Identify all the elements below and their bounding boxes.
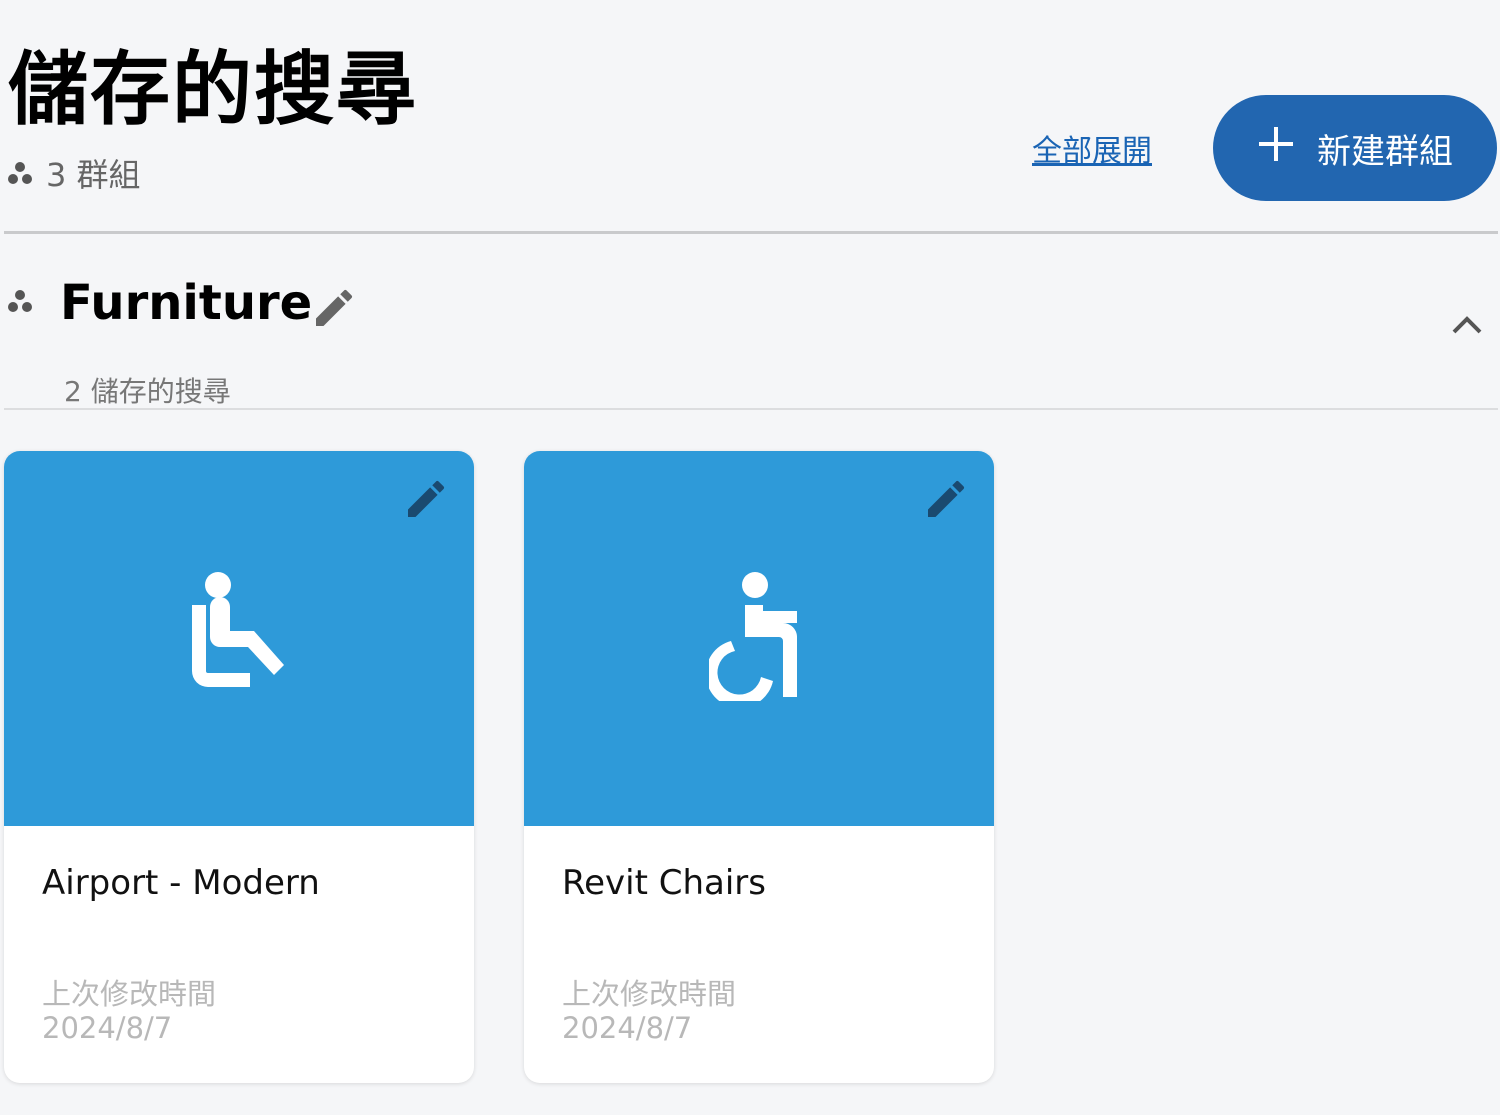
pencil-icon[interactable]	[922, 475, 970, 527]
expand-all-link[interactable]: 全部展開	[1032, 126, 1152, 170]
card-meta-label: 上次修改時間	[42, 977, 217, 1011]
new-group-button[interactable]: 新建群組	[1213, 95, 1497, 201]
page-title: 儲存的搜尋	[8, 43, 418, 136]
group-subcount: 2 儲存的搜尋	[64, 375, 231, 408]
group-name: Furniture	[60, 275, 313, 331]
new-group-label: 新建群組	[1317, 131, 1453, 172]
card-title: Revit Chairs	[562, 863, 766, 903]
group-pencil-icon[interactable]	[310, 284, 358, 336]
group-dots-icon	[6, 288, 34, 314]
group-divider	[4, 408, 1498, 410]
group-count-text: 3 群組	[46, 156, 141, 194]
plus-icon	[1257, 125, 1295, 172]
card-meta-date: 2024/8/7	[42, 1011, 173, 1045]
pencil-icon[interactable]	[402, 475, 450, 527]
card-image	[524, 451, 994, 826]
chevron-up-icon[interactable]	[1450, 312, 1484, 340]
card-meta-label: 上次修改時間	[562, 977, 737, 1011]
card-image	[4, 451, 474, 826]
card-title: Airport - Modern	[42, 863, 320, 903]
group-count: 3 群組	[6, 150, 141, 196]
card-meta-date: 2024/8/7	[562, 1011, 693, 1045]
saved-search-card[interactable]: Airport - Modern 上次修改時間 2024/8/7	[4, 451, 474, 1083]
seated-person-icon	[184, 571, 294, 705]
header-divider	[4, 231, 1498, 234]
wheelchair-icon	[705, 571, 809, 708]
group-dots-icon	[6, 160, 34, 186]
saved-search-card[interactable]: Revit Chairs 上次修改時間 2024/8/7	[524, 451, 994, 1083]
